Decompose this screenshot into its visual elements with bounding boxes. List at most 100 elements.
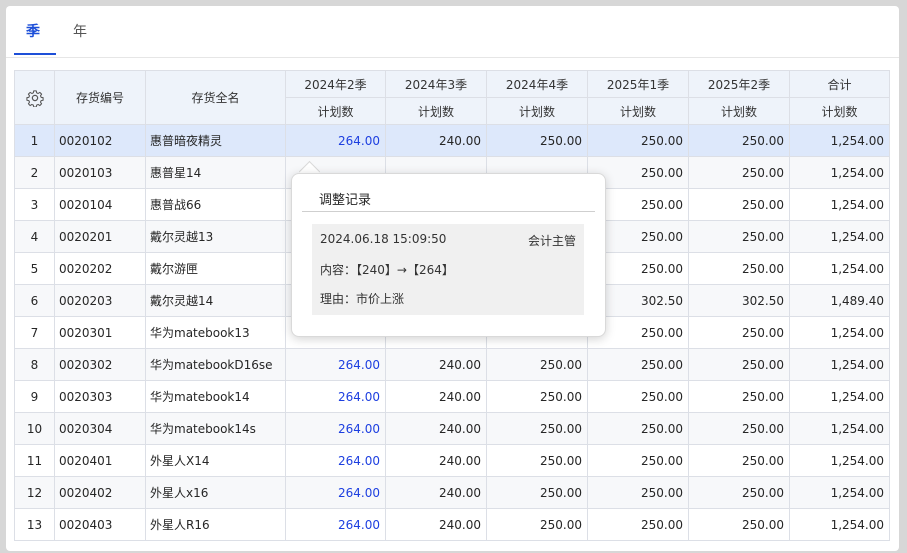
plan-cell[interactable]: 240.00 xyxy=(385,124,487,157)
plan-cell-adjusted[interactable]: 264.00 xyxy=(285,476,386,509)
plan-panel: 季 年 存货编号 存货全名 2024年2季 2024年3季 2024年4季 20… xyxy=(6,6,899,551)
plan-cell[interactable]: 250.00 xyxy=(688,124,790,157)
entry-content: 内容：【240】→【264】 xyxy=(320,263,454,277)
header-plan: 计划数 xyxy=(285,97,386,125)
plan-cell[interactable]: 250.00 xyxy=(688,380,790,413)
row-index: 12 xyxy=(14,476,55,509)
plan-cell[interactable]: 250.00 xyxy=(587,380,689,413)
tab-quarter[interactable]: 季 xyxy=(26,21,40,41)
plan-cell[interactable]: 250.00 xyxy=(688,316,790,349)
plan-cell[interactable]: 240.00 xyxy=(385,476,487,509)
gear-icon[interactable] xyxy=(25,89,44,107)
period-tabs: 季 年 xyxy=(6,6,899,58)
plan-cell[interactable]: 250.00 xyxy=(486,380,588,413)
plan-cell-adjusted[interactable]: 264.00 xyxy=(285,380,386,413)
table-row[interactable]: 12 0020402 外星人x16 264.00 240.00 250.00 250.00 2… xyxy=(14,476,890,509)
total-cell: 1,489.40 xyxy=(789,284,890,317)
item-code: 0020401 xyxy=(54,444,146,477)
item-code: 0020203 xyxy=(54,284,146,317)
item-name: 外星人X14 xyxy=(145,444,286,477)
row-index: 5 xyxy=(14,252,55,285)
plan-cell[interactable]: 240.00 xyxy=(385,412,487,445)
header-plan: 计划数 xyxy=(587,97,689,125)
header-plan: 计划数 xyxy=(789,97,890,125)
plan-cell[interactable]: 250.00 xyxy=(486,508,588,541)
plan-cell-adjusted[interactable]: 264.00 xyxy=(285,412,386,445)
item-name: 外星人x16 xyxy=(145,476,286,509)
tab-year[interactable]: 年 xyxy=(73,21,87,41)
item-code: 0020102 xyxy=(54,124,146,157)
table-row[interactable]: 13 0020403 外星人R16 264.00 240.00 250.00 250.00 2… xyxy=(14,508,890,541)
plan-cell[interactable]: 250.00 xyxy=(587,508,689,541)
plan-cell[interactable]: 250.00 xyxy=(688,156,790,189)
row-index: 8 xyxy=(14,348,55,381)
item-name: 惠普暗夜精灵 xyxy=(145,124,286,157)
row-index: 2 xyxy=(14,156,55,189)
header-period: 2024年2季 xyxy=(285,70,386,98)
plan-cell[interactable]: 250.00 xyxy=(688,188,790,221)
plan-cell[interactable]: 250.00 xyxy=(688,444,790,477)
total-cell: 1,254.00 xyxy=(789,412,890,445)
plan-cell[interactable]: 250.00 xyxy=(688,508,790,541)
plan-cell-adjusted[interactable]: 264.00 xyxy=(285,508,386,541)
active-tab-indicator xyxy=(14,53,56,55)
plan-cell[interactable]: 250.00 xyxy=(587,444,689,477)
item-code: 0020202 xyxy=(54,252,146,285)
column-settings-cell[interactable] xyxy=(14,70,55,125)
item-name: 华为matebook13 xyxy=(145,316,286,349)
header-period: 2024年3季 xyxy=(385,70,487,98)
plan-cell[interactable]: 240.00 xyxy=(385,380,487,413)
table-row[interactable]: 1 0020102 惠普暗夜精灵 264.00 240.00 250.00 250.00 25… xyxy=(14,124,890,157)
plan-cell-adjusted[interactable]: 264.00 xyxy=(285,124,386,157)
total-cell: 1,254.00 xyxy=(789,220,890,253)
plan-cell[interactable]: 250.00 xyxy=(486,412,588,445)
total-cell: 1,254.00 xyxy=(789,252,890,285)
plan-cell[interactable]: 250.00 xyxy=(486,444,588,477)
plan-cell[interactable]: 240.00 xyxy=(385,348,487,381)
total-cell: 1,254.00 xyxy=(789,508,890,541)
row-index: 9 xyxy=(14,380,55,413)
plan-cell[interactable]: 240.00 xyxy=(385,508,487,541)
plan-cell[interactable]: 250.00 xyxy=(688,348,790,381)
total-cell: 1,254.00 xyxy=(789,156,890,189)
table-row[interactable]: 10 0020304 华为matebook14s 264.00 240.00 250.00… xyxy=(14,412,890,445)
header-name: 存货全名 xyxy=(145,70,286,125)
plan-cell[interactable]: 250.00 xyxy=(688,476,790,509)
plan-cell[interactable]: 240.00 xyxy=(385,444,487,477)
header-period: 2025年2季 xyxy=(688,70,790,98)
item-code: 0020104 xyxy=(54,188,146,221)
table-row[interactable]: 11 0020401 外星人X14 264.00 240.00 250.00 250.00 2… xyxy=(14,444,890,477)
entry-reason: 理由：市价上涨 xyxy=(320,292,405,306)
table-row[interactable]: 9 0020303 华为matebook14 264.00 240.00 250.00 25… xyxy=(14,380,890,413)
total-cell: 1,254.00 xyxy=(789,316,890,349)
row-index: 11 xyxy=(14,444,55,477)
item-code: 0020201 xyxy=(54,220,146,253)
table-row[interactable]: 8 0020302 华为matebookD16se 264.00 240.00 250.0… xyxy=(14,348,890,381)
plan-cell[interactable]: 250.00 xyxy=(486,476,588,509)
plan-cell-adjusted[interactable]: 264.00 xyxy=(285,444,386,477)
plan-cell[interactable]: 250.00 xyxy=(587,348,689,381)
plan-cell-adjusted[interactable]: 264.00 xyxy=(285,348,386,381)
plan-cell[interactable]: 250.00 xyxy=(587,476,689,509)
row-index: 1 xyxy=(14,124,55,157)
row-index: 7 xyxy=(14,316,55,349)
item-name: 戴尔灵越14 xyxy=(145,284,286,317)
item-name: 华为matebookD16se xyxy=(145,348,286,381)
plan-cell[interactable]: 250.00 xyxy=(688,412,790,445)
plan-cell[interactable]: 250.00 xyxy=(688,220,790,253)
plan-cell[interactable]: 250.00 xyxy=(688,252,790,285)
item-name: 戴尔游匣 xyxy=(145,252,286,285)
header-total: 合计 xyxy=(789,70,890,98)
row-index: 10 xyxy=(14,412,55,445)
plan-cell[interactable]: 250.00 xyxy=(486,124,588,157)
plan-cell[interactable]: 302.50 xyxy=(688,284,790,317)
header-period: 2024年4季 xyxy=(486,70,588,98)
plan-cell[interactable]: 250.00 xyxy=(486,348,588,381)
item-name: 华为matebook14 xyxy=(145,380,286,413)
total-cell: 1,254.00 xyxy=(789,188,890,221)
row-index: 6 xyxy=(14,284,55,317)
adjustment-record-popup: 调整记录 2024.06.18 15:09:50 会计主管 内容：【240】→【… xyxy=(291,173,606,337)
plan-cell[interactable]: 250.00 xyxy=(587,412,689,445)
plan-cell[interactable]: 250.00 xyxy=(587,124,689,157)
item-name: 惠普战66 xyxy=(145,188,286,221)
